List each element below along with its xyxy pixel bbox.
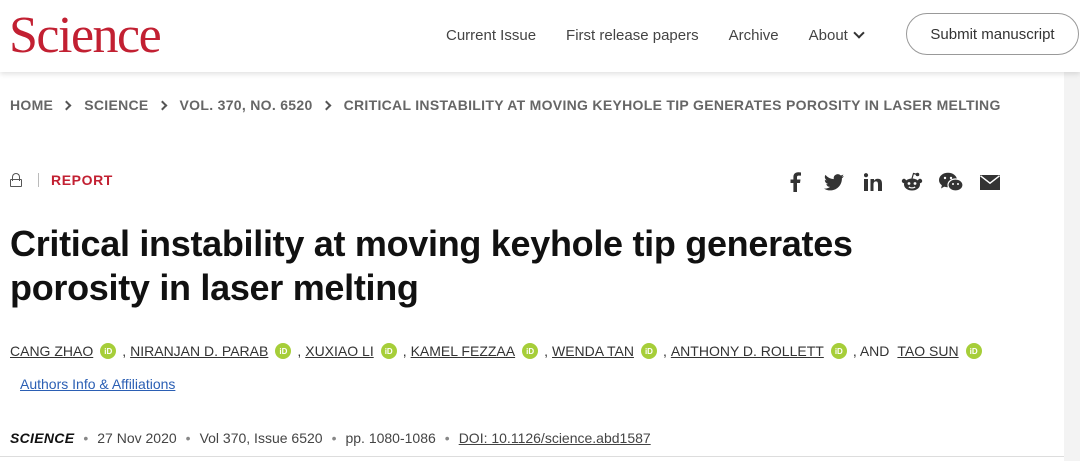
author-link[interactable]: XUXIAO LI bbox=[305, 343, 373, 359]
doi-link[interactable]: DOI: 10.1126/science.abd1587 bbox=[459, 430, 651, 446]
authors-affiliations-link[interactable]: Authors Info & Affiliations bbox=[20, 376, 175, 392]
twitter-icon[interactable] bbox=[821, 170, 847, 194]
author-link[interactable]: TAO SUN bbox=[897, 343, 958, 359]
nav-archive[interactable]: Archive bbox=[729, 27, 779, 44]
page-range: pp. 1080-1086 bbox=[345, 430, 436, 446]
chevron-right-icon bbox=[321, 100, 332, 110]
reddit-icon[interactable] bbox=[899, 170, 925, 194]
nav-current-issue[interactable]: Current Issue bbox=[446, 27, 536, 44]
nav-about[interactable]: About bbox=[808, 26, 865, 44]
article-type-row: REPORT bbox=[10, 172, 113, 188]
author-link[interactable]: WENDA TAN bbox=[552, 343, 634, 359]
breadcrumb-science[interactable]: SCIENCE bbox=[84, 97, 148, 113]
chevron-down-icon bbox=[853, 26, 865, 39]
nav-about-label: About bbox=[808, 26, 848, 44]
article-title-line2: porosity in laser melting bbox=[10, 267, 419, 308]
linkedin-icon[interactable] bbox=[860, 170, 886, 194]
email-icon[interactable] bbox=[977, 170, 1003, 194]
main-nav: Current Issue First release papers Archi… bbox=[446, 0, 893, 70]
breadcrumb: HOME SCIENCE VOL. 370, NO. 6520 CRITICAL… bbox=[10, 97, 1001, 113]
wechat-icon[interactable] bbox=[938, 170, 964, 194]
divider bbox=[38, 173, 39, 187]
article-title: Critical instability at moving keyhole t… bbox=[10, 222, 970, 310]
author-list: CANG ZHAO iD , NIRANJAN D. PARAB iD , XU… bbox=[10, 343, 1060, 359]
orcid-icon[interactable]: iD bbox=[965, 343, 982, 359]
author-link[interactable]: CANG ZHAO bbox=[10, 343, 93, 359]
chevron-right-icon bbox=[157, 100, 167, 110]
lock-icon bbox=[10, 173, 22, 187]
divider bbox=[0, 456, 1064, 457]
breadcrumb-volume[interactable]: VOL. 370, NO. 6520 bbox=[180, 97, 313, 113]
scroll-gutter bbox=[1064, 72, 1080, 461]
volume-issue: Vol 370, Issue 6520 bbox=[199, 430, 323, 446]
orcid-icon[interactable]: iD bbox=[522, 343, 539, 359]
orcid-icon[interactable]: iD bbox=[640, 343, 657, 359]
breadcrumb-current: CRITICAL INSTABILITY AT MOVING KEYHOLE T… bbox=[343, 97, 1001, 113]
orcid-icon[interactable]: iD bbox=[380, 343, 397, 359]
article-title-line1: Critical instability at moving keyhole t… bbox=[10, 223, 853, 264]
author-link[interactable]: NIRANJAN D. PARAB bbox=[130, 343, 268, 359]
science-logo[interactable]: Science bbox=[9, 6, 162, 66]
chevron-right-icon bbox=[61, 100, 72, 110]
share-bar bbox=[782, 170, 1016, 194]
publish-date: 27 Nov 2020 bbox=[97, 430, 177, 446]
and-separator: , AND bbox=[852, 343, 890, 359]
facebook-icon[interactable] bbox=[782, 170, 808, 194]
site-header: Science Current Issue First release pape… bbox=[0, 0, 1080, 72]
submit-manuscript-button[interactable]: Submit manuscript bbox=[906, 13, 1079, 55]
journal-name: SCIENCE bbox=[10, 430, 75, 446]
orcid-icon[interactable]: iD bbox=[830, 343, 847, 359]
orcid-icon[interactable]: iD bbox=[275, 343, 292, 359]
article-type-label: REPORT bbox=[51, 172, 113, 188]
orcid-icon[interactable]: iD bbox=[100, 343, 117, 359]
author-link[interactable]: KAMEL FEZZAA bbox=[411, 343, 516, 359]
article-meta: SCIENCE • 27 Nov 2020 • Vol 370, Issue 6… bbox=[10, 430, 651, 446]
nav-first-release[interactable]: First release papers bbox=[566, 27, 699, 44]
breadcrumb-home[interactable]: HOME bbox=[10, 97, 53, 113]
author-link[interactable]: ANTHONY D. ROLLETT bbox=[671, 343, 824, 359]
